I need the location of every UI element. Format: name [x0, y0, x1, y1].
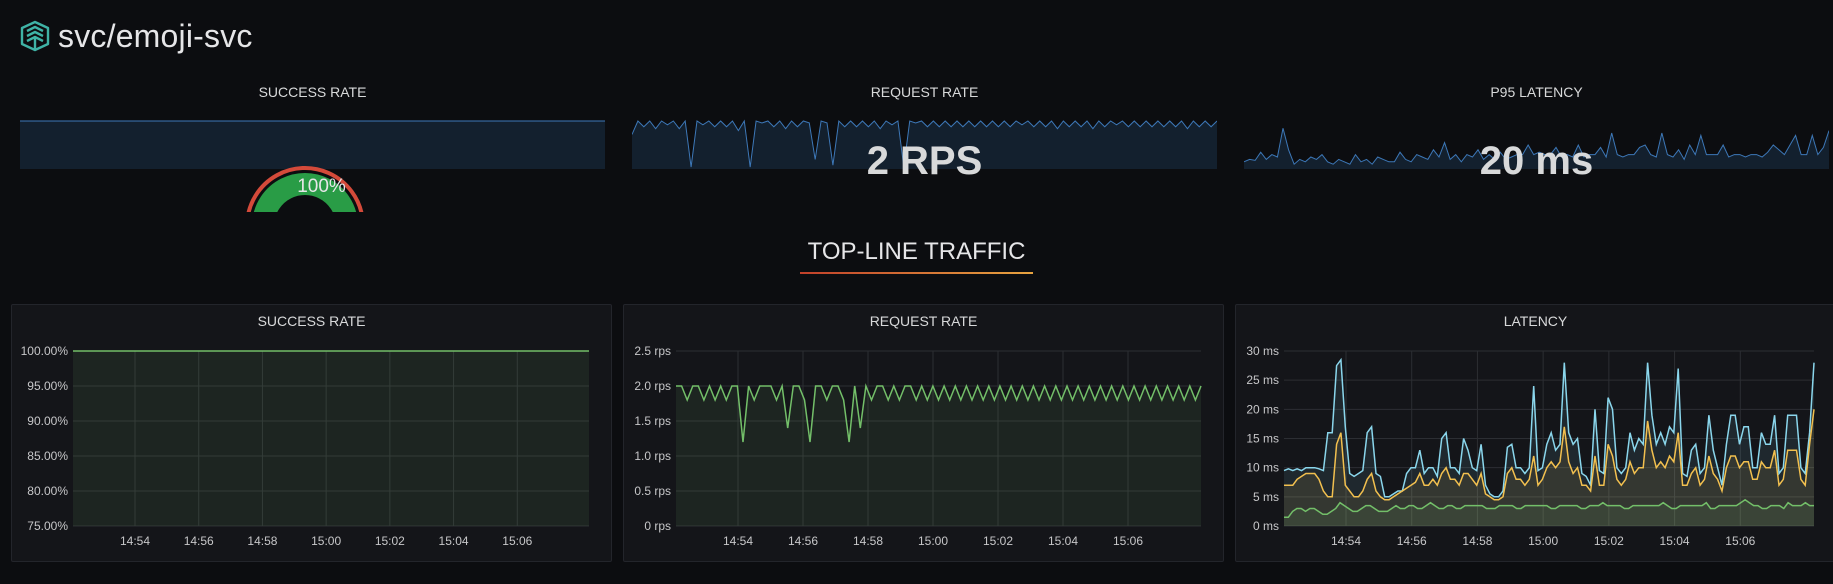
x-tick-label: 15:02: [375, 534, 405, 548]
series-area: [676, 386, 1201, 526]
y-tick-label: 1.0 rps: [634, 449, 671, 463]
x-tick-label: 15:04: [439, 534, 469, 548]
y-tick-label: 2.5 rps: [634, 344, 671, 358]
success-rate-panel[interactable]: SUCCESS RATE 100.00% 95.00% 90.00% 85.00% 80…: [11, 304, 612, 562]
x-tick-label: 14:56: [788, 534, 818, 548]
x-tick-label: 15:06: [502, 534, 532, 548]
y-tick-label: 0 ms: [1253, 519, 1279, 533]
y-tick-label: 15 ms: [1246, 432, 1279, 446]
y-tick-label: 75.00%: [27, 519, 68, 533]
p95-latency-stat[interactable]: P95 LATENCY 20 ms: [1244, 76, 1829, 212]
x-tick-label: 14:54: [120, 534, 150, 548]
x-tick-label: 15:02: [983, 534, 1013, 548]
linkerd-logo-icon: [20, 20, 50, 52]
request-rate-stat[interactable]: REQUEST RATE 2 RPS: [632, 76, 1217, 212]
x-tick-label: 15:04: [1660, 534, 1690, 548]
y-tick-label: 1.5 rps: [634, 414, 671, 428]
x-tick-label: 14:58: [1462, 534, 1492, 548]
latency-panel[interactable]: LATENCY 30 ms 25 ms 20 ms 15 ms 10 ms 5 ms 0 m…: [1235, 304, 1833, 562]
x-tick-label: 15:02: [1594, 534, 1624, 548]
y-tick-label: 80.00%: [27, 484, 68, 498]
latency-chart: 30 ms 25 ms 20 ms 15 ms 10 ms 5 ms 0 ms 14:54 14…: [1246, 344, 1815, 548]
y-tick-label: 95.00%: [27, 379, 68, 393]
x-tick-label: 15:00: [1528, 534, 1558, 548]
dashboard-header: svc/emoji-svc: [18, 14, 253, 58]
y-tick-label: 30 ms: [1246, 344, 1279, 358]
request-rate-panel[interactable]: REQUEST RATE 2.5 rps 2.0 rps 1.5 rps 1.0 rp…: [623, 304, 1224, 562]
y-tick-label: 0.5 rps: [634, 484, 671, 498]
x-tick-label: 14:54: [723, 534, 753, 548]
x-tick-label: 15:06: [1725, 534, 1755, 548]
success-rate-value: 100%: [297, 176, 346, 197]
x-tick-label: 15:00: [311, 534, 341, 548]
page-title: svc/emoji-svc: [58, 17, 253, 54]
x-tick-label: 14:56: [1397, 534, 1427, 548]
p95-latency-value: 20 ms: [1479, 139, 1594, 183]
p95-latency-stat-title: P95 LATENCY: [1490, 84, 1583, 100]
y-tick-label: 2.0 rps: [634, 379, 671, 393]
x-tick-label: 15:04: [1048, 534, 1078, 548]
y-tick-label: 5 ms: [1253, 490, 1279, 504]
request-rate-stat-title: REQUEST RATE: [870, 84, 979, 100]
success-rate-stat[interactable]: SUCCESS RATE 100%: [20, 76, 605, 212]
y-tick-label: 90.00%: [27, 414, 68, 428]
success-rate-chart: 100.00% 95.00% 90.00% 85.00% 80.00% 75.00% 14:…: [21, 344, 589, 548]
x-tick-label: 15:06: [1113, 534, 1143, 548]
y-tick-label: 25 ms: [1246, 373, 1279, 387]
y-tick-label: 20 ms: [1246, 402, 1279, 416]
x-tick-label: 14:58: [247, 534, 277, 548]
x-tick-label: 15:00: [918, 534, 948, 548]
section-title[interactable]: TOP-LINE TRAFFIC: [799, 238, 1034, 274]
y-tick-label: 10 ms: [1246, 461, 1279, 475]
y-tick-label: 85.00%: [27, 449, 68, 463]
request-rate-chart: 2.5 rps 2.0 rps 1.5 rps 1.0 rps 0.5 rps 0 rps…: [634, 344, 1202, 548]
y-tick-label: 100.00%: [21, 344, 69, 358]
series-area: [73, 351, 589, 526]
section-row: TOP-LINE TRAFFIC: [0, 238, 1833, 274]
request-rate-value: 2 RPS: [866, 139, 983, 183]
x-tick-label: 14:58: [853, 534, 883, 548]
y-tick-label: 0 rps: [644, 519, 671, 533]
x-tick-label: 14:54: [1331, 534, 1361, 548]
x-tick-label: 14:56: [184, 534, 214, 548]
